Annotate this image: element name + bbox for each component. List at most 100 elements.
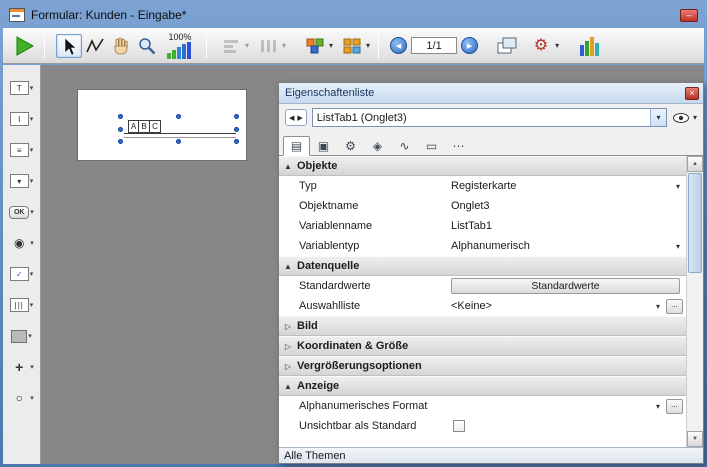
zoom-indicator[interactable]: 100%: [162, 32, 198, 59]
tab-settings[interactable]: ⚙: [337, 136, 364, 156]
chart-view-button[interactable]: [577, 34, 603, 58]
chevron-down-icon[interactable]: ▾: [30, 270, 34, 278]
chevron-down-icon[interactable]: ▾: [30, 208, 34, 216]
chevron-down-icon[interactable]: ▾: [28, 332, 32, 340]
property-row-auswahlliste[interactable]: Auswahlliste <Keine> ▾ ...: [279, 296, 686, 316]
chevron-down-icon[interactable]: ▾: [656, 402, 660, 411]
chevron-down-icon[interactable]: ▾: [30, 84, 34, 92]
button-tool[interactable]: OK ▾: [9, 201, 34, 223]
property-row-standardwerte[interactable]: Standardwerte Standardwerte: [279, 276, 686, 296]
selection-handle[interactable]: [234, 139, 239, 144]
themes-filter[interactable]: Alle Themen: [279, 447, 703, 463]
chevron-down-icon[interactable]: ▾: [329, 41, 333, 50]
scroll-down-button[interactable]: ▼: [687, 431, 703, 447]
panel-scrollbar[interactable]: ▲ ▼: [686, 156, 703, 447]
property-row-alphaformat[interactable]: Alphanumerisches Format ▾ ...: [279, 396, 686, 416]
scroll-up-button[interactable]: ▲: [687, 156, 703, 172]
ellipsis-button[interactable]: ...: [666, 399, 683, 414]
chevron-down-icon[interactable]: ▾: [30, 363, 34, 371]
chevron-down-icon[interactable]: ▾: [30, 239, 34, 247]
list-box-tool[interactable]: ≡ ▾: [10, 139, 34, 161]
panel-header[interactable]: Eigenschaftenliste ×: [279, 83, 703, 104]
duplicate-objects-button[interactable]: [302, 34, 328, 58]
oval-tool[interactable]: ○ ▾: [9, 387, 34, 409]
property-row-variablentyp[interactable]: Variablentyp Alphanumerisch ▾: [279, 236, 686, 256]
tab-resize[interactable]: ∿: [391, 136, 418, 156]
chevron-down-icon[interactable]: ▾: [555, 41, 559, 50]
selection-handle[interactable]: [118, 127, 123, 132]
section-vergroesserung[interactable]: ▷ Vergrößerungsoptionen: [279, 356, 686, 376]
chevron-down-icon[interactable]: ▾: [366, 41, 370, 50]
combo-box-tool[interactable]: ▾ ▾: [10, 170, 34, 192]
text-area-tool[interactable]: T ▾: [10, 77, 34, 99]
section-anzeige[interactable]: ▲ Anzeige: [279, 376, 686, 396]
preview-toggle[interactable]: ▾: [672, 112, 697, 124]
chevron-down-icon[interactable]: ▾: [30, 177, 34, 185]
chevron-down-icon[interactable]: ▾: [30, 146, 34, 154]
chevron-down-icon[interactable]: ▾: [30, 301, 34, 309]
tab-properties[interactable]: ▤: [283, 136, 310, 156]
property-value: Alphanumerisch: [451, 240, 676, 252]
chevron-down-icon[interactable]: ▾: [30, 115, 34, 123]
color-squares-icon: [306, 38, 324, 54]
tab-events[interactable]: ◈: [364, 136, 391, 156]
previous-page-button[interactable]: ◀: [390, 37, 407, 54]
chevron-down-icon[interactable]: ▾: [676, 242, 680, 251]
scrollbar-thumb[interactable]: [688, 173, 702, 273]
hand-tool-button[interactable]: [108, 34, 134, 58]
chevron-down-icon[interactable]: ▾: [650, 109, 666, 126]
section-datenquelle[interactable]: ▲ Datenquelle: [279, 256, 686, 276]
object-prev-button[interactable]: ◀: [289, 114, 294, 122]
property-row-variablenname[interactable]: Variablenname ListTab1: [279, 216, 686, 236]
execute-form-button[interactable]: [9, 32, 39, 59]
tab-display[interactable]: ▣: [310, 136, 337, 156]
property-value[interactable]: ListTab1: [451, 220, 686, 232]
property-row-unsichtbar[interactable]: Unsichtbar als Standard: [279, 416, 686, 436]
chevron-down-icon[interactable]: ▾: [30, 394, 34, 402]
chevron-down-icon[interactable]: ▾: [693, 113, 697, 122]
radio-button-tool[interactable]: ◉ ▾: [9, 232, 34, 254]
layers-icon: [496, 36, 518, 55]
tab-preview[interactable]: ▭: [418, 136, 445, 156]
selection-handle[interactable]: [118, 114, 123, 119]
matrix-icon: [343, 38, 361, 54]
chevron-down-icon[interactable]: ▾: [676, 182, 680, 191]
line-tool[interactable]: + ▾: [9, 356, 34, 378]
section-koordinaten[interactable]: ▷ Koordinaten & Größe: [279, 336, 686, 356]
selection-handle[interactable]: [176, 114, 181, 119]
section-objekte[interactable]: ▲ Objekte: [279, 156, 686, 176]
toolbar: 100% ▾ ▾: [3, 28, 704, 64]
property-row-objektname[interactable]: Objektname Onglet3: [279, 196, 686, 216]
settings-button[interactable]: ⚙: [528, 34, 554, 58]
zoom-tool-button[interactable]: [134, 34, 160, 58]
layers-button[interactable]: [494, 34, 520, 58]
expanded-triangle-icon: ▲: [279, 382, 297, 391]
property-row-typ[interactable]: Typ Registerkarte ▾: [279, 176, 686, 196]
selection-handle[interactable]: [118, 139, 123, 144]
matrix-tool-button[interactable]: [339, 34, 365, 58]
selection-handle[interactable]: [176, 139, 181, 144]
object-next-button[interactable]: ▶: [297, 114, 302, 122]
checkbox-tool[interactable]: ✓ ▾: [10, 263, 34, 285]
pen-tool-button[interactable]: [82, 34, 108, 58]
pointer-tool-button[interactable]: [56, 34, 82, 58]
title-bar[interactable]: Formular: Kunden - Eingabe* –: [3, 2, 704, 28]
chevron-down-icon[interactable]: ▾: [656, 302, 660, 311]
property-value[interactable]: Onglet3: [451, 200, 686, 212]
minimize-button[interactable]: –: [680, 9, 698, 22]
input-field-tool[interactable]: I ▾: [10, 108, 34, 130]
section-bild[interactable]: ▷ Bild: [279, 316, 686, 336]
panel-close-button[interactable]: ×: [685, 87, 699, 100]
standardwerte-button[interactable]: Standardwerte: [451, 278, 680, 294]
unsichtbar-checkbox[interactable]: [453, 420, 465, 432]
tab-more[interactable]: ⋯: [445, 136, 472, 156]
ellipsis-button[interactable]: ...: [666, 299, 683, 314]
form-page[interactable]: A B C: [77, 89, 247, 161]
object-selector-combobox[interactable]: ListTab1 (Onglet3) ▾: [312, 108, 667, 127]
selection-handle[interactable]: [234, 127, 239, 132]
selection-handle[interactable]: [234, 114, 239, 119]
tab-control-object[interactable]: A B C: [124, 120, 236, 138]
next-page-button[interactable]: ▶: [461, 37, 478, 54]
rectangle-tool[interactable]: ▾: [11, 325, 32, 347]
splitter-tool[interactable]: ||| ▾: [10, 294, 34, 316]
